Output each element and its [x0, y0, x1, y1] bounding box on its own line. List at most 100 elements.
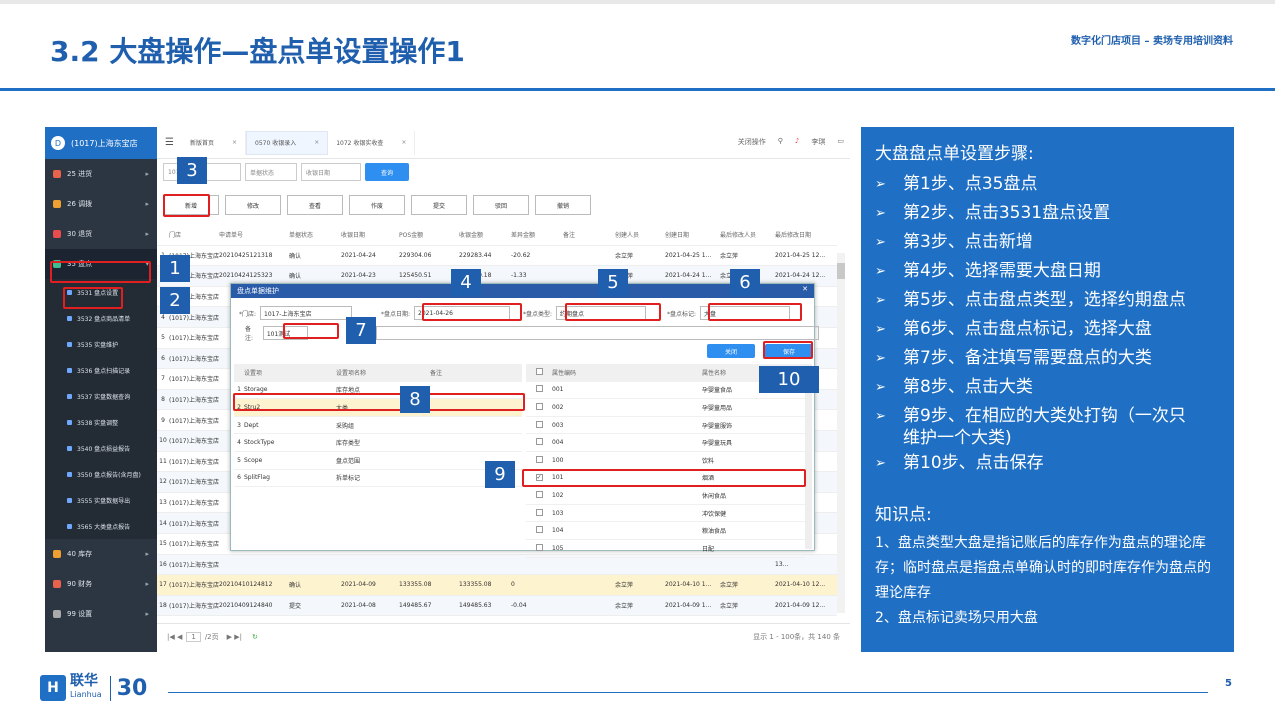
attribute-row[interactable]: 103 冲饮保健 [526, 505, 806, 523]
menu-toggle-icon[interactable]: ☰ [157, 131, 182, 155]
toolbar-button[interactable]: 驳回 [473, 195, 529, 215]
date-label: *盘点日期: [381, 310, 411, 318]
attribute-checkbox[interactable] [535, 490, 543, 498]
attribute-checkbox[interactable] [535, 438, 543, 446]
settings-row[interactable]: 6 SplitFlag 拆单标记 [234, 470, 522, 488]
table-row[interactable]: 18 (1017)上海东宝店 20210409124840 提交 2021-04-08 1… [157, 595, 837, 617]
highlight-date [422, 303, 522, 321]
toolbar-button[interactable]: 提交 [411, 195, 467, 215]
table-row[interactable]: 1(1017)上海东宝店20210425121318确认2021-04-2422… [157, 246, 837, 267]
table-cell: 2021-04-10 12... [775, 581, 826, 589]
sidebar-item[interactable]: 90 财务 ▸ [45, 569, 157, 599]
attribute-row[interactable]: 102 休闲食品 [526, 487, 806, 505]
sidebar-subitem[interactable]: 3555 实盘数据导出 [45, 487, 157, 513]
tab-bar: ☰ 新版首页 × 0570 收银录入 × 1072 收银实收查 × 关闭操作 ⚲ ♪ … [157, 127, 850, 159]
sidebar-subitem[interactable]: 3535 实盘维护 [45, 331, 157, 357]
table-cell: (1017)上海东宝店 [169, 335, 219, 343]
select-all-checkbox[interactable] [535, 367, 543, 375]
attribute-checkbox[interactable] [535, 543, 543, 551]
sidebar-subitem[interactable]: 3537 实盘数据查询 [45, 383, 157, 409]
doc-icon [67, 419, 72, 425]
doc-icon [67, 341, 72, 347]
table-cell: 2021-04-10 1... [665, 581, 712, 589]
bell-icon[interactable]: ♪ [795, 137, 799, 147]
highlight-add-button [163, 194, 210, 217]
attribute-checkbox[interactable] [535, 420, 543, 428]
attribute-row[interactable]: 002 孕婴童用品 [526, 399, 806, 417]
close-ops-menu[interactable]: 关闭操作 [738, 137, 766, 147]
page-input[interactable]: 1 [186, 631, 201, 642]
sidebar-subitem[interactable]: 3538 实盘调整 [45, 409, 157, 435]
toolbar-button[interactable]: 修改 [225, 195, 281, 215]
table-cell: 16 [159, 560, 167, 568]
refresh-icon[interactable]: ↻ [252, 633, 258, 641]
close-button[interactable]: 关闭 [707, 344, 755, 358]
sidebar-subitem[interactable]: 3565 大类盘点报告 [45, 513, 157, 539]
sidebar-subitem[interactable]: 3540 盘点损益报告 [45, 435, 157, 461]
tab-home[interactable]: 新版首页 × [182, 130, 247, 155]
cart-icon [53, 170, 61, 178]
sidebar-subitem-label: 3555 实盘数据导出 [77, 497, 131, 505]
return-icon [53, 230, 61, 238]
attribute-check-cell [526, 455, 552, 465]
sidebar-subitem[interactable]: 3550 盘点报告(含月盘) [45, 461, 157, 487]
toolbar-button[interactable]: 查看 [287, 195, 343, 215]
sidebar-item[interactable]: 30 退货 ▸ [45, 219, 157, 249]
attribute-check-cell [526, 402, 552, 412]
attribute-checkbox[interactable] [535, 508, 543, 516]
sidebar-subitem[interactable]: 3536 盘点扫描记录 [45, 357, 157, 383]
table-cell: 6 [161, 354, 165, 362]
attribute-checkbox[interactable] [535, 455, 543, 463]
close-icon[interactable]: × [232, 139, 237, 146]
attribute-code: 001 [552, 386, 564, 394]
sidebar-item[interactable]: 25 进货 ▸ [45, 159, 157, 189]
settings-cell: 拆单标记 [336, 475, 361, 483]
toolbar-button[interactable]: 撤销 [535, 195, 591, 215]
col-header: POS金额 [399, 232, 424, 240]
user-name[interactable]: 李琪 [811, 137, 825, 147]
sidebar-item[interactable]: 99 设置 ▸ [45, 599, 157, 629]
table-cell: 4 [161, 313, 165, 321]
grid-scrollbar[interactable] [837, 253, 845, 613]
attribute-row[interactable]: 104 粮油食品 [526, 522, 806, 540]
note-field-extended[interactable] [376, 326, 820, 340]
settings-row[interactable]: 3 Dept 采购组 [234, 417, 522, 435]
sidebar-item[interactable]: 26 调拨 ▸ [45, 189, 157, 219]
attribute-row[interactable]: 105 日配 [526, 540, 806, 558]
step-text: 第3步、点击新增 [903, 232, 1033, 252]
attribute-checkbox[interactable] [535, 402, 543, 410]
tab-cashier[interactable]: 0570 收银录入 × [246, 130, 329, 155]
attribute-checkbox[interactable] [535, 385, 543, 393]
settings-row[interactable]: 5 Scope 盘点范围 [234, 452, 522, 470]
attribute-row[interactable]: 004 孕婴童玩具 [526, 434, 806, 452]
attribute-name: 孕婴童用品 [702, 404, 733, 412]
attribute-row[interactable]: 100 饮料 [526, 452, 806, 470]
table-cell: 20210409124840 [219, 601, 273, 609]
table-row[interactable]: 16 (1017)上海东宝店 13... [157, 554, 837, 576]
tab-receipts[interactable]: 1072 收银实收查 × [328, 130, 416, 155]
table-row[interactable]: 17 (1017)上海东宝店 20210410124812 确认 2021-04-09 1… [157, 575, 837, 596]
date-input[interactable]: 收银日期 [301, 163, 361, 181]
marker-10: 10 [759, 366, 819, 393]
table-cell: 10 [159, 437, 167, 445]
first-page-icon[interactable]: |◀ ◀ [167, 633, 182, 641]
settings-icon [53, 610, 61, 618]
close-icon[interactable]: × [401, 139, 406, 146]
sidebar-item[interactable]: 40 库存 ▸ [45, 539, 157, 569]
search-icon[interactable]: ⚲ [778, 137, 783, 147]
attribute-checkbox[interactable] [535, 526, 543, 534]
query-button[interactable]: 查询 [365, 163, 409, 181]
table-cell: 13... [775, 560, 789, 568]
store-field[interactable]: 1017-上海东宝店 [260, 306, 353, 320]
settings-cell: StockType [244, 439, 275, 447]
monitor-icon[interactable]: ▭ [837, 137, 844, 147]
attribute-row[interactable]: 003 孕婴童服饰 [526, 417, 806, 435]
close-icon[interactable]: × [314, 139, 319, 146]
chevron-right-icon: ▸ [145, 200, 149, 208]
settings-row[interactable]: 4 StockType 库存类型 [234, 434, 522, 452]
close-icon[interactable]: ✕ [802, 285, 808, 293]
next-page-icon[interactable]: ▶ ▶| [227, 633, 242, 641]
attribute-name: 孕婴童玩具 [702, 440, 733, 448]
toolbar-button[interactable]: 作废 [349, 195, 405, 215]
status-select[interactable]: 单据状态 [245, 163, 297, 181]
